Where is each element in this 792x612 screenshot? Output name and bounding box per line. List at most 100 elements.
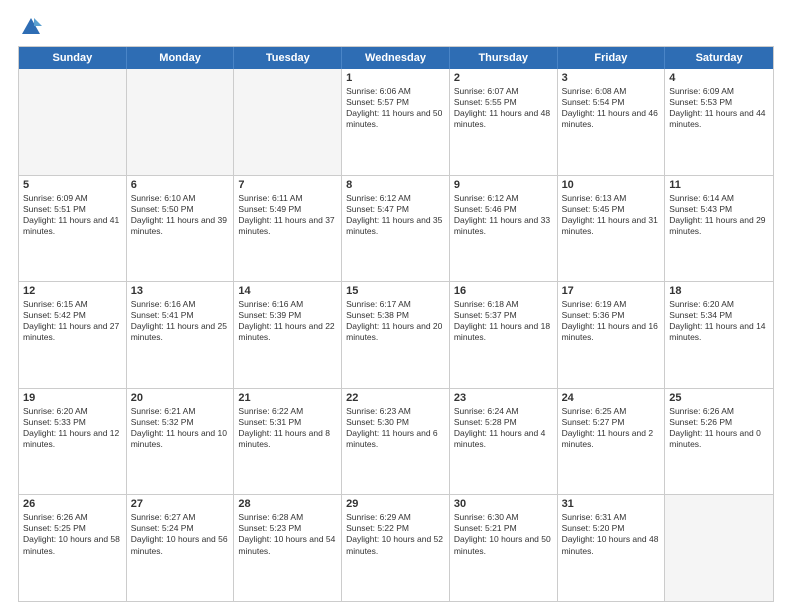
day-info: Sunrise: 6:12 AMSunset: 5:47 PMDaylight:… — [346, 193, 445, 237]
day-info: Sunrise: 6:19 AMSunset: 5:36 PMDaylight:… — [562, 299, 661, 343]
day-number: 11 — [669, 179, 769, 191]
day-number: 19 — [23, 392, 122, 404]
day-number: 17 — [562, 285, 661, 297]
day-cell: 14 Sunrise: 6:16 AMSunset: 5:39 PMDayligh… — [234, 282, 342, 388]
day-number: 28 — [238, 498, 337, 510]
week-row-4: 19Sunrise: 6:20 AMSunset: 5:33 PMDayligh… — [19, 388, 773, 495]
day-cell: 8 Sunrise: 6:12 AMSunset: 5:47 PMDaylight… — [342, 176, 450, 282]
day-info: Sunrise: 6:15 AMSunset: 5:42 PMDaylight:… — [23, 299, 122, 343]
day-cell: 6 Sunrise: 6:10 AMSunset: 5:50 PMDaylight… — [127, 176, 235, 282]
day-number: 27 — [131, 498, 230, 510]
day-header-friday: Friday — [558, 47, 666, 69]
day-cell: 5Sunrise: 6:09 AMSunset: 5:51 PMDaylight… — [19, 176, 127, 282]
day-cell: 2 Sunrise: 6:07 AMSunset: 5:55 PMDaylight… — [450, 69, 558, 175]
day-cell: 10 Sunrise: 6:13 AMSunset: 5:45 PMDayligh… — [558, 176, 666, 282]
day-cell: 9 Sunrise: 6:12 AMSunset: 5:46 PMDaylight… — [450, 176, 558, 282]
week-row-5: 26 Sunrise: 6:26 AMSunset: 5:25 PMDayligh… — [19, 494, 773, 601]
day-cell: 16 Sunrise: 6:18 AMSunset: 5:37 PMDayligh… — [450, 282, 558, 388]
day-info: Sunrise: 6:12 AMSunset: 5:46 PMDaylight:… — [454, 193, 553, 237]
day-cell: 17 Sunrise: 6:19 AMSunset: 5:36 PMDayligh… — [558, 282, 666, 388]
logo-icon — [20, 16, 42, 38]
day-cell: 4 Sunrise: 6:09 AMSunset: 5:53 PMDaylight… — [665, 69, 773, 175]
day-info: Sunrise: 6:26 AMSunset: 5:26 PMDaylight:… — [669, 406, 769, 450]
day-number: 15 — [346, 285, 445, 297]
day-cell: 24 Sunrise: 6:25 AMSunset: 5:27 PMDayligh… — [558, 389, 666, 495]
header — [18, 16, 774, 38]
day-cell: 26 Sunrise: 6:26 AMSunset: 5:25 PMDayligh… — [19, 495, 127, 601]
day-cell: 18Sunrise: 6:20 AMSunset: 5:34 PMDayligh… — [665, 282, 773, 388]
day-number: 26 — [23, 498, 122, 510]
day-info: Sunrise: 6:25 AMSunset: 5:27 PMDaylight:… — [562, 406, 661, 450]
day-cell: 25 Sunrise: 6:26 AMSunset: 5:26 PMDayligh… — [665, 389, 773, 495]
day-number: 2 — [454, 72, 553, 84]
day-number: 13 — [131, 285, 230, 297]
day-number: 31 — [562, 498, 661, 510]
day-number: 30 — [454, 498, 553, 510]
day-number: 24 — [562, 392, 661, 404]
day-header-sunday: Sunday — [19, 47, 127, 69]
week-row-2: 5Sunrise: 6:09 AMSunset: 5:51 PMDaylight… — [19, 175, 773, 282]
day-number: 1 — [346, 72, 445, 84]
day-cell: 12Sunrise: 6:15 AMSunset: 5:42 PMDayligh… — [19, 282, 127, 388]
day-cell: 27Sunrise: 6:27 AMSunset: 5:24 PMDayligh… — [127, 495, 235, 601]
day-info: Sunrise: 6:26 AMSunset: 5:25 PMDaylight:… — [23, 512, 122, 556]
day-number: 9 — [454, 179, 553, 191]
day-info: Sunrise: 6:28 AMSunset: 5:23 PMDaylight:… — [238, 512, 337, 556]
day-info: Sunrise: 6:07 AMSunset: 5:55 PMDaylight:… — [454, 86, 553, 130]
day-info: Sunrise: 6:29 AMSunset: 5:22 PMDaylight:… — [346, 512, 445, 556]
day-cell: 21Sunrise: 6:22 AMSunset: 5:31 PMDayligh… — [234, 389, 342, 495]
day-info: Sunrise: 6:09 AMSunset: 5:53 PMDaylight:… — [669, 86, 769, 130]
day-info: Sunrise: 6:10 AMSunset: 5:50 PMDaylight:… — [131, 193, 230, 237]
day-cell: 1 Sunrise: 6:06 AMSunset: 5:57 PMDaylight… — [342, 69, 450, 175]
day-info: Sunrise: 6:21 AMSunset: 5:32 PMDaylight:… — [131, 406, 230, 450]
day-info: Sunrise: 6:30 AMSunset: 5:21 PMDaylight:… — [454, 512, 553, 556]
day-info: Sunrise: 6:06 AMSunset: 5:57 PMDaylight:… — [346, 86, 445, 130]
day-cell: 30 Sunrise: 6:30 AMSunset: 5:21 PMDayligh… — [450, 495, 558, 601]
day-number: 20 — [131, 392, 230, 404]
weeks-container: 1 Sunrise: 6:06 AMSunset: 5:57 PMDaylight… — [19, 69, 773, 601]
day-cell: 23Sunrise: 6:24 AMSunset: 5:28 PMDayligh… — [450, 389, 558, 495]
day-header-monday: Monday — [127, 47, 235, 69]
day-info: Sunrise: 6:13 AMSunset: 5:45 PMDaylight:… — [562, 193, 661, 237]
day-cell: 19Sunrise: 6:20 AMSunset: 5:33 PMDayligh… — [19, 389, 127, 495]
day-info: Sunrise: 6:24 AMSunset: 5:28 PMDaylight:… — [454, 406, 553, 450]
day-number: 14 — [238, 285, 337, 297]
day-info: Sunrise: 6:14 AMSunset: 5:43 PMDaylight:… — [669, 193, 769, 237]
day-number: 16 — [454, 285, 553, 297]
day-info: Sunrise: 6:18 AMSunset: 5:37 PMDaylight:… — [454, 299, 553, 343]
day-cell: 7Sunrise: 6:11 AMSunset: 5:49 PMDaylight… — [234, 176, 342, 282]
day-info: Sunrise: 6:16 AMSunset: 5:39 PMDaylight:… — [238, 299, 337, 343]
day-cell: 15 Sunrise: 6:17 AMSunset: 5:38 PMDayligh… — [342, 282, 450, 388]
week-row-3: 12Sunrise: 6:15 AMSunset: 5:42 PMDayligh… — [19, 281, 773, 388]
day-cell: 22 Sunrise: 6:23 AMSunset: 5:30 PMDayligh… — [342, 389, 450, 495]
calendar: SundayMondayTuesdayWednesdayThursdayFrid… — [18, 46, 774, 602]
day-number: 3 — [562, 72, 661, 84]
day-header-wednesday: Wednesday — [342, 47, 450, 69]
day-info: Sunrise: 6:17 AMSunset: 5:38 PMDaylight:… — [346, 299, 445, 343]
day-header-thursday: Thursday — [450, 47, 558, 69]
day-info: Sunrise: 6:16 AMSunset: 5:41 PMDaylight:… — [131, 299, 230, 343]
day-info: Sunrise: 6:11 AMSunset: 5:49 PMDaylight:… — [238, 193, 337, 237]
day-number: 22 — [346, 392, 445, 404]
day-number: 18 — [669, 285, 769, 297]
day-number: 4 — [669, 72, 769, 84]
day-cell: 31 Sunrise: 6:31 AMSunset: 5:20 PMDayligh… — [558, 495, 666, 601]
day-info: Sunrise: 6:23 AMSunset: 5:30 PMDaylight:… — [346, 406, 445, 450]
page-container: SundayMondayTuesdayWednesdayThursdayFrid… — [0, 0, 792, 612]
day-number: 25 — [669, 392, 769, 404]
day-cell — [665, 495, 773, 601]
day-cell: 28 Sunrise: 6:28 AMSunset: 5:23 PMDayligh… — [234, 495, 342, 601]
day-header-saturday: Saturday — [665, 47, 773, 69]
day-number: 29 — [346, 498, 445, 510]
logo — [18, 16, 42, 38]
day-cell: 3Sunrise: 6:08 AMSunset: 5:54 PMDaylight… — [558, 69, 666, 175]
day-number: 21 — [238, 392, 337, 404]
day-info: Sunrise: 6:31 AMSunset: 5:20 PMDaylight:… — [562, 512, 661, 556]
day-header-tuesday: Tuesday — [234, 47, 342, 69]
day-number: 8 — [346, 179, 445, 191]
day-number: 10 — [562, 179, 661, 191]
day-number: 5 — [23, 179, 122, 191]
day-headers-row: SundayMondayTuesdayWednesdayThursdayFrid… — [19, 47, 773, 69]
day-cell: 13 Sunrise: 6:16 AMSunset: 5:41 PMDayligh… — [127, 282, 235, 388]
day-number: 6 — [131, 179, 230, 191]
